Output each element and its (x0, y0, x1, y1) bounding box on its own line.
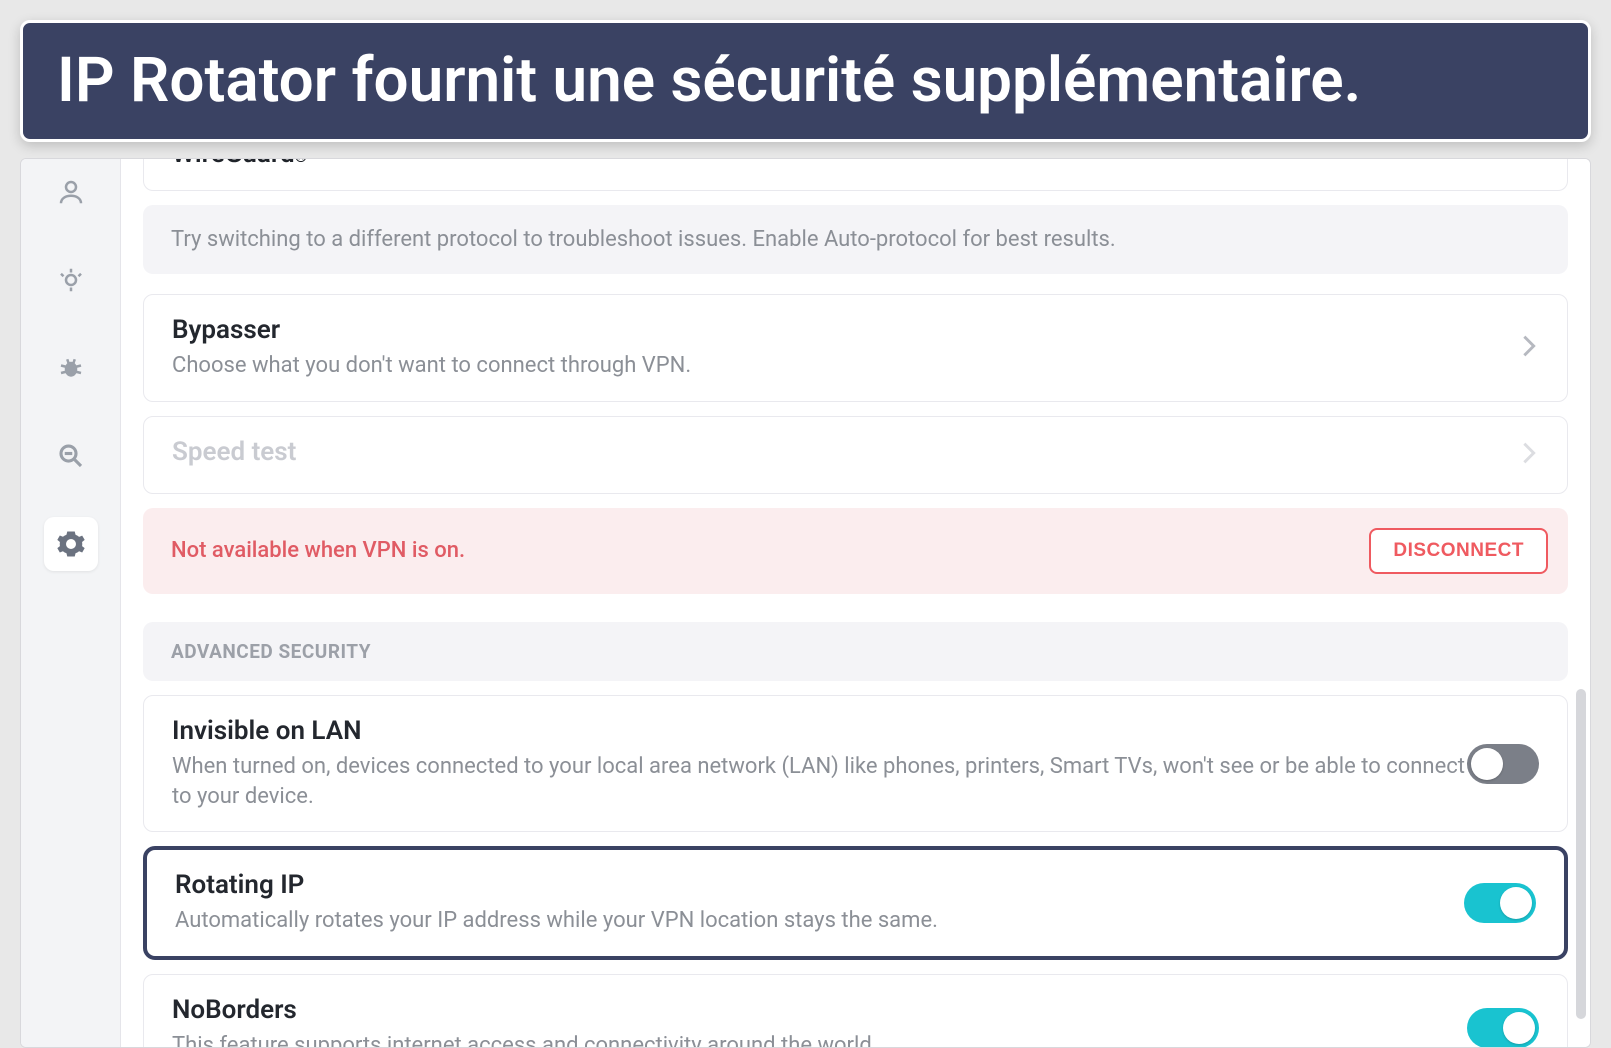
invisible-lan-card: Invisible on LAN When turned on, devices… (143, 695, 1568, 832)
speedtest-title: Speed test (172, 437, 1519, 467)
sidebar (21, 159, 121, 1047)
chevron-right-icon (1519, 332, 1539, 364)
rotating-ip-title: Rotating IP (175, 870, 1464, 900)
noborders-title: NoBorders (172, 995, 1467, 1025)
bypasser-card[interactable]: Bypasser Choose what you don't want to c… (143, 294, 1568, 402)
protocol-selected: WireGuard® (172, 159, 307, 169)
bug-icon (56, 353, 86, 383)
search-icon (56, 441, 86, 471)
invisible-lan-title: Invisible on LAN (172, 716, 1467, 746)
sidebar-item-settings[interactable] (44, 517, 98, 571)
rotating-ip-desc: Automatically rotates your IP address wh… (175, 906, 1464, 936)
sidebar-item-search[interactable] (44, 429, 98, 483)
sidebar-item-user[interactable] (44, 165, 98, 219)
protocol-card[interactable]: WireGuard® (143, 159, 1568, 191)
section-advanced-security: ADVANCED SECURITY (143, 622, 1568, 681)
invisible-lan-desc: When turned on, devices connected to you… (172, 752, 1467, 811)
sidebar-item-antivirus[interactable] (44, 341, 98, 395)
disconnect-button[interactable]: DISCONNECT (1369, 528, 1548, 574)
vpn-on-warning: Not available when VPN is on. DISCONNECT (143, 508, 1568, 594)
scrollbar[interactable] (1576, 689, 1586, 1019)
warning-text: Not available when VPN is on. (171, 538, 465, 563)
rotating-ip-card: Rotating IP Automatically rotates your I… (143, 846, 1568, 960)
noborders-desc: This feature supports internet access an… (172, 1031, 1467, 1047)
noborders-card: NoBorders This feature supports internet… (143, 974, 1568, 1047)
app-window: WireGuard® Try switching to a different … (20, 158, 1591, 1048)
bypasser-title: Bypasser (172, 315, 1519, 345)
alert-icon (56, 265, 86, 295)
noborders-toggle[interactable] (1467, 1008, 1539, 1047)
rotating-ip-toggle[interactable] (1464, 883, 1536, 923)
invisible-lan-toggle[interactable] (1467, 744, 1539, 784)
sidebar-item-alert[interactable] (44, 253, 98, 307)
protocol-hint: Try switching to a different protocol to… (143, 205, 1568, 274)
settings-content: WireGuard® Try switching to a different … (121, 159, 1590, 1047)
chevron-right-icon (1519, 439, 1539, 471)
gear-icon (56, 529, 86, 559)
speedtest-card: Speed test (143, 416, 1568, 494)
user-icon (56, 177, 86, 207)
annotation-banner: IP Rotator fournit une sécurité suppléme… (20, 20, 1591, 142)
chevron-down-icon (1519, 159, 1539, 164)
bypasser-desc: Choose what you don't want to connect th… (172, 351, 1519, 381)
